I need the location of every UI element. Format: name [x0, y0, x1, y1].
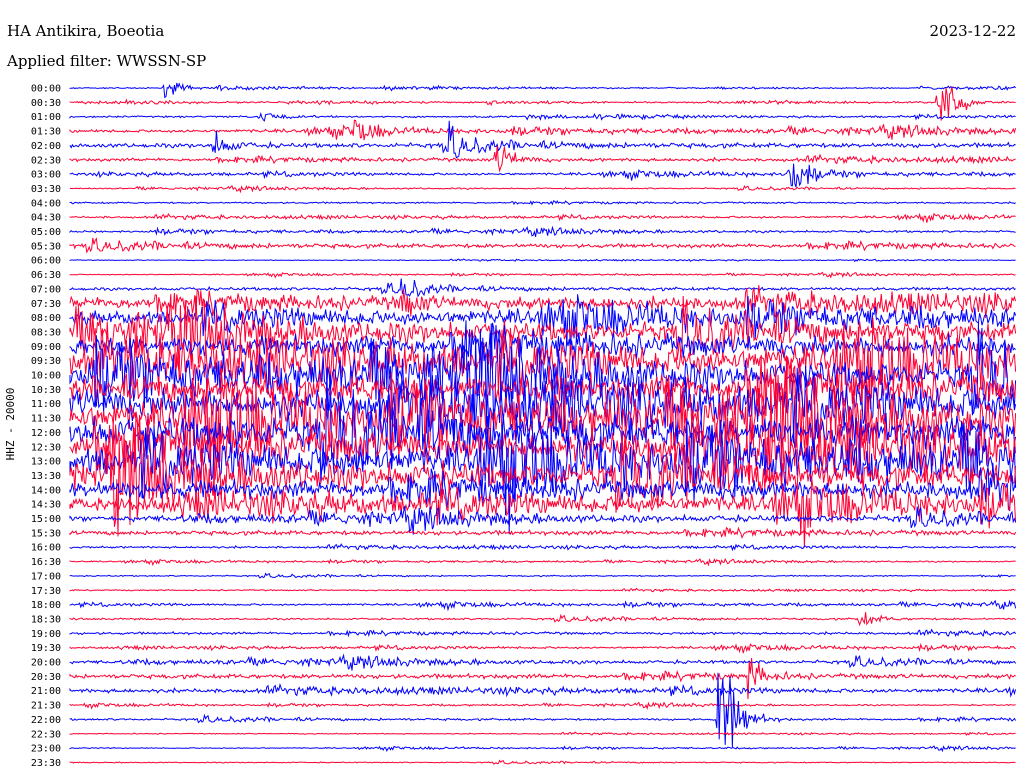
time-tick-label: 22:00: [31, 715, 61, 726]
time-tick-label: 16:30: [31, 557, 61, 568]
time-tick-label: 05:00: [31, 227, 61, 238]
time-tick-label: 08:30: [31, 327, 61, 338]
time-tick-label: 22:30: [31, 729, 61, 740]
time-tick-label: 23:00: [31, 744, 61, 755]
time-tick-label: 09:00: [31, 342, 61, 353]
time-tick-label: 06:00: [31, 256, 61, 267]
time-tick-label: 10:30: [31, 385, 61, 396]
time-tick-label: 04:30: [31, 213, 61, 224]
time-tick-label: 21:30: [31, 701, 61, 712]
time-tick-label: 05:30: [31, 241, 61, 252]
time-tick-label: 07:30: [31, 299, 61, 310]
time-tick-label: 17:30: [31, 586, 61, 597]
time-tick-label: 09:30: [31, 356, 61, 367]
time-tick-label: 04:00: [31, 198, 61, 209]
time-tick-label: 21:00: [31, 686, 61, 697]
time-tick-label: 07:00: [31, 284, 61, 295]
time-tick-label: 20:00: [31, 658, 61, 669]
time-tick-label: 03:30: [31, 184, 61, 195]
time-tick-label: 19:00: [31, 629, 61, 640]
filter-label: Applied filter: WWSSN-SP: [6, 52, 206, 70]
time-tick-label: 12:30: [31, 442, 61, 453]
time-tick-label: 18:00: [31, 600, 61, 611]
time-tick-label: 14:30: [31, 500, 61, 511]
time-tick-label: 16:00: [31, 543, 61, 554]
time-tick-label: 01:00: [31, 112, 61, 123]
time-tick-label: 13:30: [31, 471, 61, 482]
time-tick-label: 15:00: [31, 514, 61, 525]
record-date: 2023-12-22: [930, 22, 1016, 40]
time-tick-label: 17:00: [31, 571, 61, 582]
time-tick-label: 20:30: [31, 672, 61, 683]
time-tick-label: 08:00: [31, 313, 61, 324]
time-tick-label: 19:30: [31, 643, 61, 654]
time-tick-label: 13:00: [31, 457, 61, 468]
time-tick-label: 11:00: [31, 399, 61, 410]
time-tick-label: 12:00: [31, 428, 61, 439]
time-tick-label: 10:00: [31, 371, 61, 382]
time-tick-label: 02:00: [31, 141, 61, 152]
time-tick-label: 01:30: [31, 127, 61, 138]
time-tick-label: 00:00: [31, 84, 61, 95]
time-tick-label: 06:30: [31, 270, 61, 281]
channel-axis-label: HHZ - 20000: [4, 388, 17, 461]
time-tick-label: 03:00: [31, 170, 61, 181]
helicorder-chart: HA Antikira, Boeotia 2023-12-22 Applied …: [0, 0, 1024, 780]
time-tick-label: 02:30: [31, 155, 61, 166]
time-tick-label: 15:30: [31, 528, 61, 539]
time-tick-label: 18:30: [31, 614, 61, 625]
time-tick-label: 23:30: [31, 758, 61, 769]
time-tick-label: 11:30: [31, 414, 61, 425]
time-tick-label: 00:30: [31, 98, 61, 109]
time-tick-label: 14:00: [31, 485, 61, 496]
station-title: HA Antikira, Boeotia: [7, 22, 164, 40]
